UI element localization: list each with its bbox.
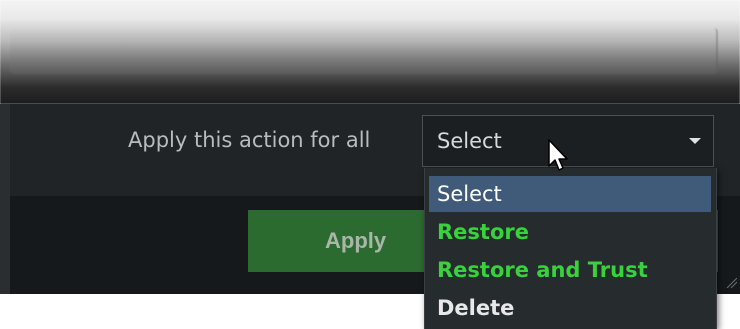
action-select-value: Select: [437, 129, 502, 153]
apply-button-label: Apply: [325, 228, 387, 253]
dropdown-option-restore-and-trust[interactable]: Restore and Trust: [429, 252, 711, 288]
blurred-header-area: [0, 0, 740, 104]
blurred-content-bar: [10, 28, 718, 74]
mouse-pointer-icon: [548, 139, 568, 171]
apply-for-all-label: Apply this action for all: [128, 128, 371, 152]
dialog-screenshot: Apply this action for all Select Apply S…: [0, 0, 740, 329]
action-dropdown-list[interactable]: Select Restore Restore and Trust Delete: [424, 168, 717, 329]
resize-grip-icon[interactable]: [725, 276, 737, 288]
panel-left-edge: [0, 104, 10, 294]
chevron-down-icon: [689, 138, 701, 144]
dropdown-option-select[interactable]: Select: [429, 176, 711, 212]
dropdown-option-restore[interactable]: Restore: [429, 214, 711, 250]
dropdown-option-delete[interactable]: Delete: [429, 290, 711, 326]
